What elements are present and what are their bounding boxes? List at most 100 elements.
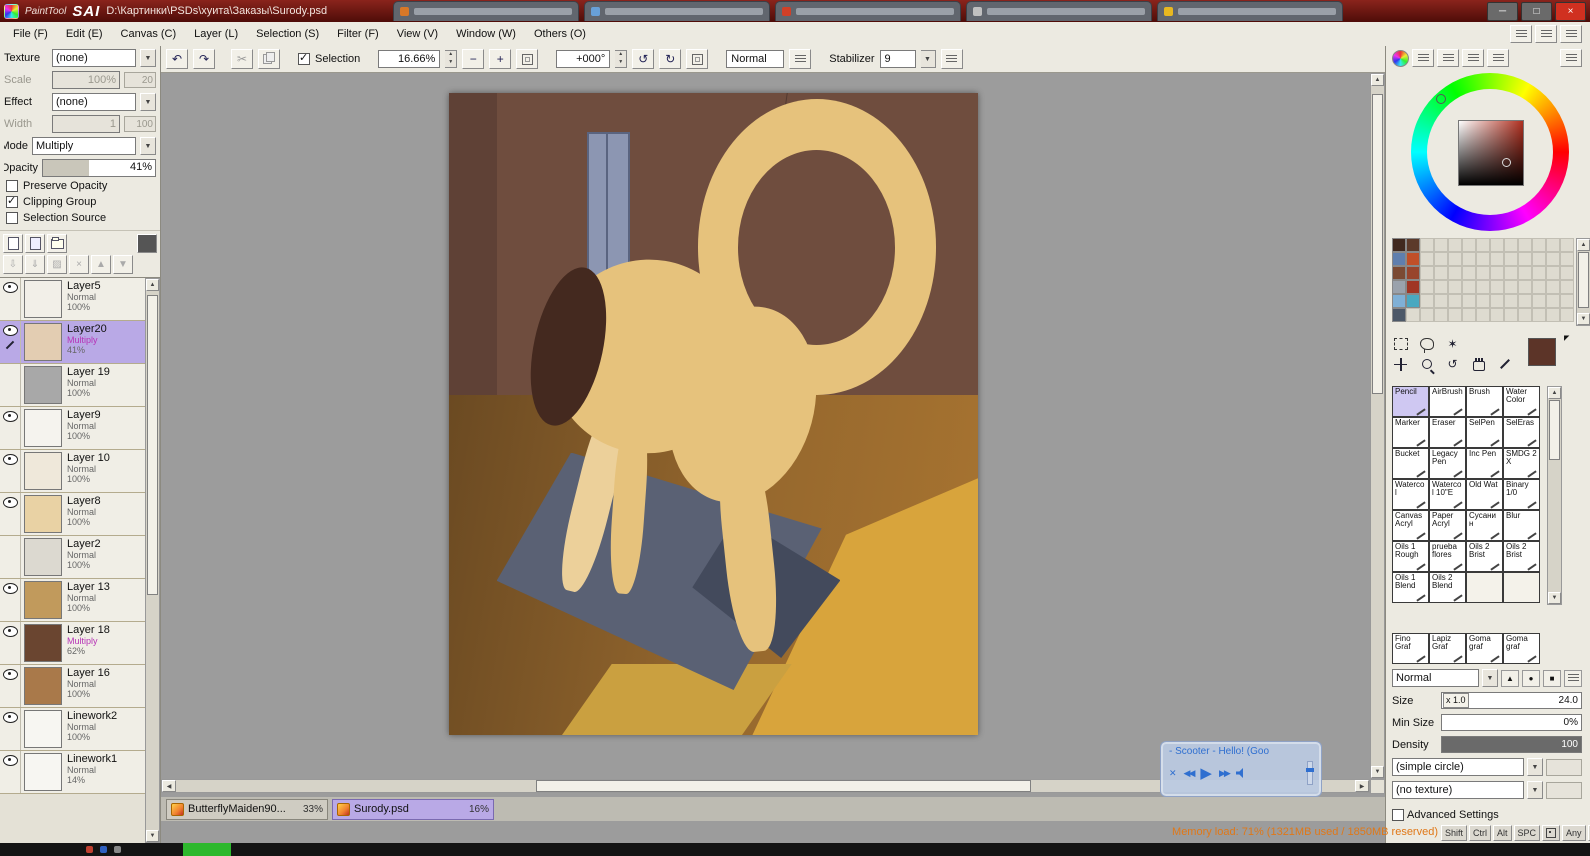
swap-color-icon[interactable]: ◤: [1564, 334, 1576, 346]
brush-blend-dropdown-icon[interactable]: ▼: [1482, 669, 1498, 687]
layer-thumbnail[interactable]: [24, 280, 62, 318]
hue-indicator[interactable]: [1436, 94, 1446, 104]
background-tab[interactable]: [775, 1, 961, 21]
layer-row[interactable]: Layer9 Normal 100%: [0, 407, 145, 450]
color-swatch[interactable]: [1532, 266, 1546, 280]
panel-layout-icon[interactable]: [1510, 25, 1532, 43]
layer-mode-select[interactable]: Multiply: [32, 137, 136, 155]
scroll-up-icon[interactable]: ▲: [1548, 387, 1561, 399]
lower-layer-icon[interactable]: ▼: [113, 255, 133, 274]
layer-visibility-toggle[interactable]: [3, 755, 18, 766]
layer-thumbnail[interactable]: [24, 581, 62, 619]
layer-opacity-slider[interactable]: 41%: [42, 159, 156, 177]
scroll-down-icon[interactable]: ▼: [1577, 313, 1590, 325]
scrollbar-thumb[interactable]: [1372, 94, 1383, 394]
layer-visibility-toggle[interactable]: [3, 712, 18, 723]
new-linework-layer-icon[interactable]: [25, 234, 45, 253]
color-swatch[interactable]: [1406, 238, 1420, 252]
color-swatch[interactable]: [1406, 252, 1420, 266]
layer-visibility-toggle[interactable]: [3, 411, 18, 422]
layer-row[interactable]: Layer 18 Multiply 62%: [0, 622, 145, 665]
color-swatch[interactable]: [1560, 280, 1574, 294]
color-swatch[interactable]: [1560, 294, 1574, 308]
menu-item[interactable]: Layer (L): [185, 25, 247, 43]
menu-item[interactable]: Window (W): [447, 25, 525, 43]
color-wheel[interactable]: [1406, 72, 1576, 234]
effect-select[interactable]: (none): [52, 93, 136, 111]
player-close-icon[interactable]: ✕: [1169, 768, 1177, 779]
brush-cell[interactable]: Goma graf: [1466, 633, 1503, 664]
option-checkbox[interactable]: [6, 212, 18, 224]
layer-thumbnail[interactable]: [24, 495, 62, 533]
color-swatch[interactable]: [1560, 252, 1574, 266]
brush-cell[interactable]: SelEras: [1503, 417, 1540, 448]
document-tab[interactable]: ButterflyMaiden90... 33%: [166, 799, 328, 820]
brush-cell[interactable]: Binary 1/0: [1503, 479, 1540, 510]
scrollbar-thumb[interactable]: [147, 295, 158, 595]
color-swatch[interactable]: [1560, 308, 1574, 322]
brush-cell[interactable]: Lapiz Graf: [1429, 633, 1466, 664]
brush-cell[interactable]: [1466, 572, 1503, 603]
color-swatch[interactable]: [1434, 252, 1448, 266]
scratchpad-icon[interactable]: [1560, 49, 1582, 67]
layer-row[interactable]: Layer 16 Normal 100%: [0, 665, 145, 708]
move-tool-icon[interactable]: [1392, 356, 1409, 373]
zoom-spinner[interactable]: ▲▼: [445, 50, 457, 68]
color-swatch[interactable]: [1448, 294, 1462, 308]
color-wheel-icon[interactable]: [1392, 50, 1409, 67]
color-swatch[interactable]: [1434, 266, 1448, 280]
advanced-settings-checkbox[interactable]: [1392, 809, 1404, 821]
texture-select[interactable]: (none): [52, 49, 136, 67]
canvas-viewport[interactable]: [161, 72, 1370, 779]
cut-icon[interactable]: ✂: [231, 49, 253, 69]
brush-cell[interactable]: prueba flores: [1429, 541, 1466, 572]
color-swatch[interactable]: [1420, 308, 1434, 322]
layer-mode-dropdown-icon[interactable]: ▼: [140, 137, 156, 155]
brush-cell[interactable]: Oils 1 Rough: [1392, 541, 1429, 572]
color-swatch[interactable]: [1504, 266, 1518, 280]
color-swatch[interactable]: [1392, 238, 1406, 252]
zoom-reset-button[interactable]: [516, 49, 538, 69]
density-slider[interactable]: 100: [1441, 736, 1582, 753]
color-swatch[interactable]: [1434, 238, 1448, 252]
brush-cell[interactable]: Oils 1 Blend: [1392, 572, 1429, 603]
rgb-slider-icon[interactable]: [1412, 49, 1434, 67]
pen-tool-icon[interactable]: [1496, 356, 1513, 373]
brush-cell[interactable]: Watercol: [1392, 479, 1429, 510]
color-swatch[interactable]: [1434, 308, 1448, 322]
layer-thumbnail[interactable]: [24, 538, 62, 576]
rotate-reset-icon[interactable]: [686, 49, 708, 69]
menu-item[interactable]: File (F): [4, 25, 57, 43]
color-swatch[interactable]: [1462, 294, 1476, 308]
sv-indicator[interactable]: [1502, 158, 1511, 167]
canvas-vertical-scrollbar[interactable]: ▲ ▼: [1370, 73, 1385, 779]
layer-thumbnail[interactable]: [24, 452, 62, 490]
color-swatch[interactable]: [1420, 294, 1434, 308]
color-swatch[interactable]: [1476, 308, 1490, 322]
color-swatch[interactable]: [1490, 238, 1504, 252]
layer-row[interactable]: Layer2 Normal 100%: [0, 536, 145, 579]
color-swatch[interactable]: [1490, 266, 1504, 280]
layer-visibility-toggle[interactable]: [3, 583, 18, 594]
volume-icon[interactable]: [1236, 768, 1248, 778]
brush-cell[interactable]: Paper Acryl: [1429, 510, 1466, 541]
brush-shape-select[interactable]: (simple circle): [1392, 758, 1524, 776]
layer-thumbnail[interactable]: [24, 710, 62, 748]
color-swatch[interactable]: [1462, 280, 1476, 294]
option-check-row[interactable]: Preserve Opacity: [0, 178, 160, 194]
new-layer-set-icon[interactable]: [47, 234, 67, 253]
color-swatch[interactable]: [1560, 266, 1574, 280]
color-swatch[interactable]: [1448, 252, 1462, 266]
brush-cell[interactable]: Watercol 10"E: [1429, 479, 1466, 510]
layer-row[interactable]: Linework2 Normal 100%: [0, 708, 145, 751]
color-swatch[interactable]: [1462, 308, 1476, 322]
layer-visibility-toggle[interactable]: [3, 626, 18, 637]
rotate-cw-icon[interactable]: ↻: [659, 49, 681, 69]
color-swatch[interactable]: [1546, 266, 1560, 280]
option-checkbox[interactable]: [6, 196, 18, 208]
color-swatch[interactable]: [1546, 238, 1560, 252]
stabilizer-extra-button[interactable]: [941, 49, 963, 69]
brush-cell[interactable]: Сусанин: [1466, 510, 1503, 541]
tip-triangle-icon[interactable]: ▲: [1501, 670, 1519, 687]
brush-cell[interactable]: AirBrush: [1429, 386, 1466, 417]
